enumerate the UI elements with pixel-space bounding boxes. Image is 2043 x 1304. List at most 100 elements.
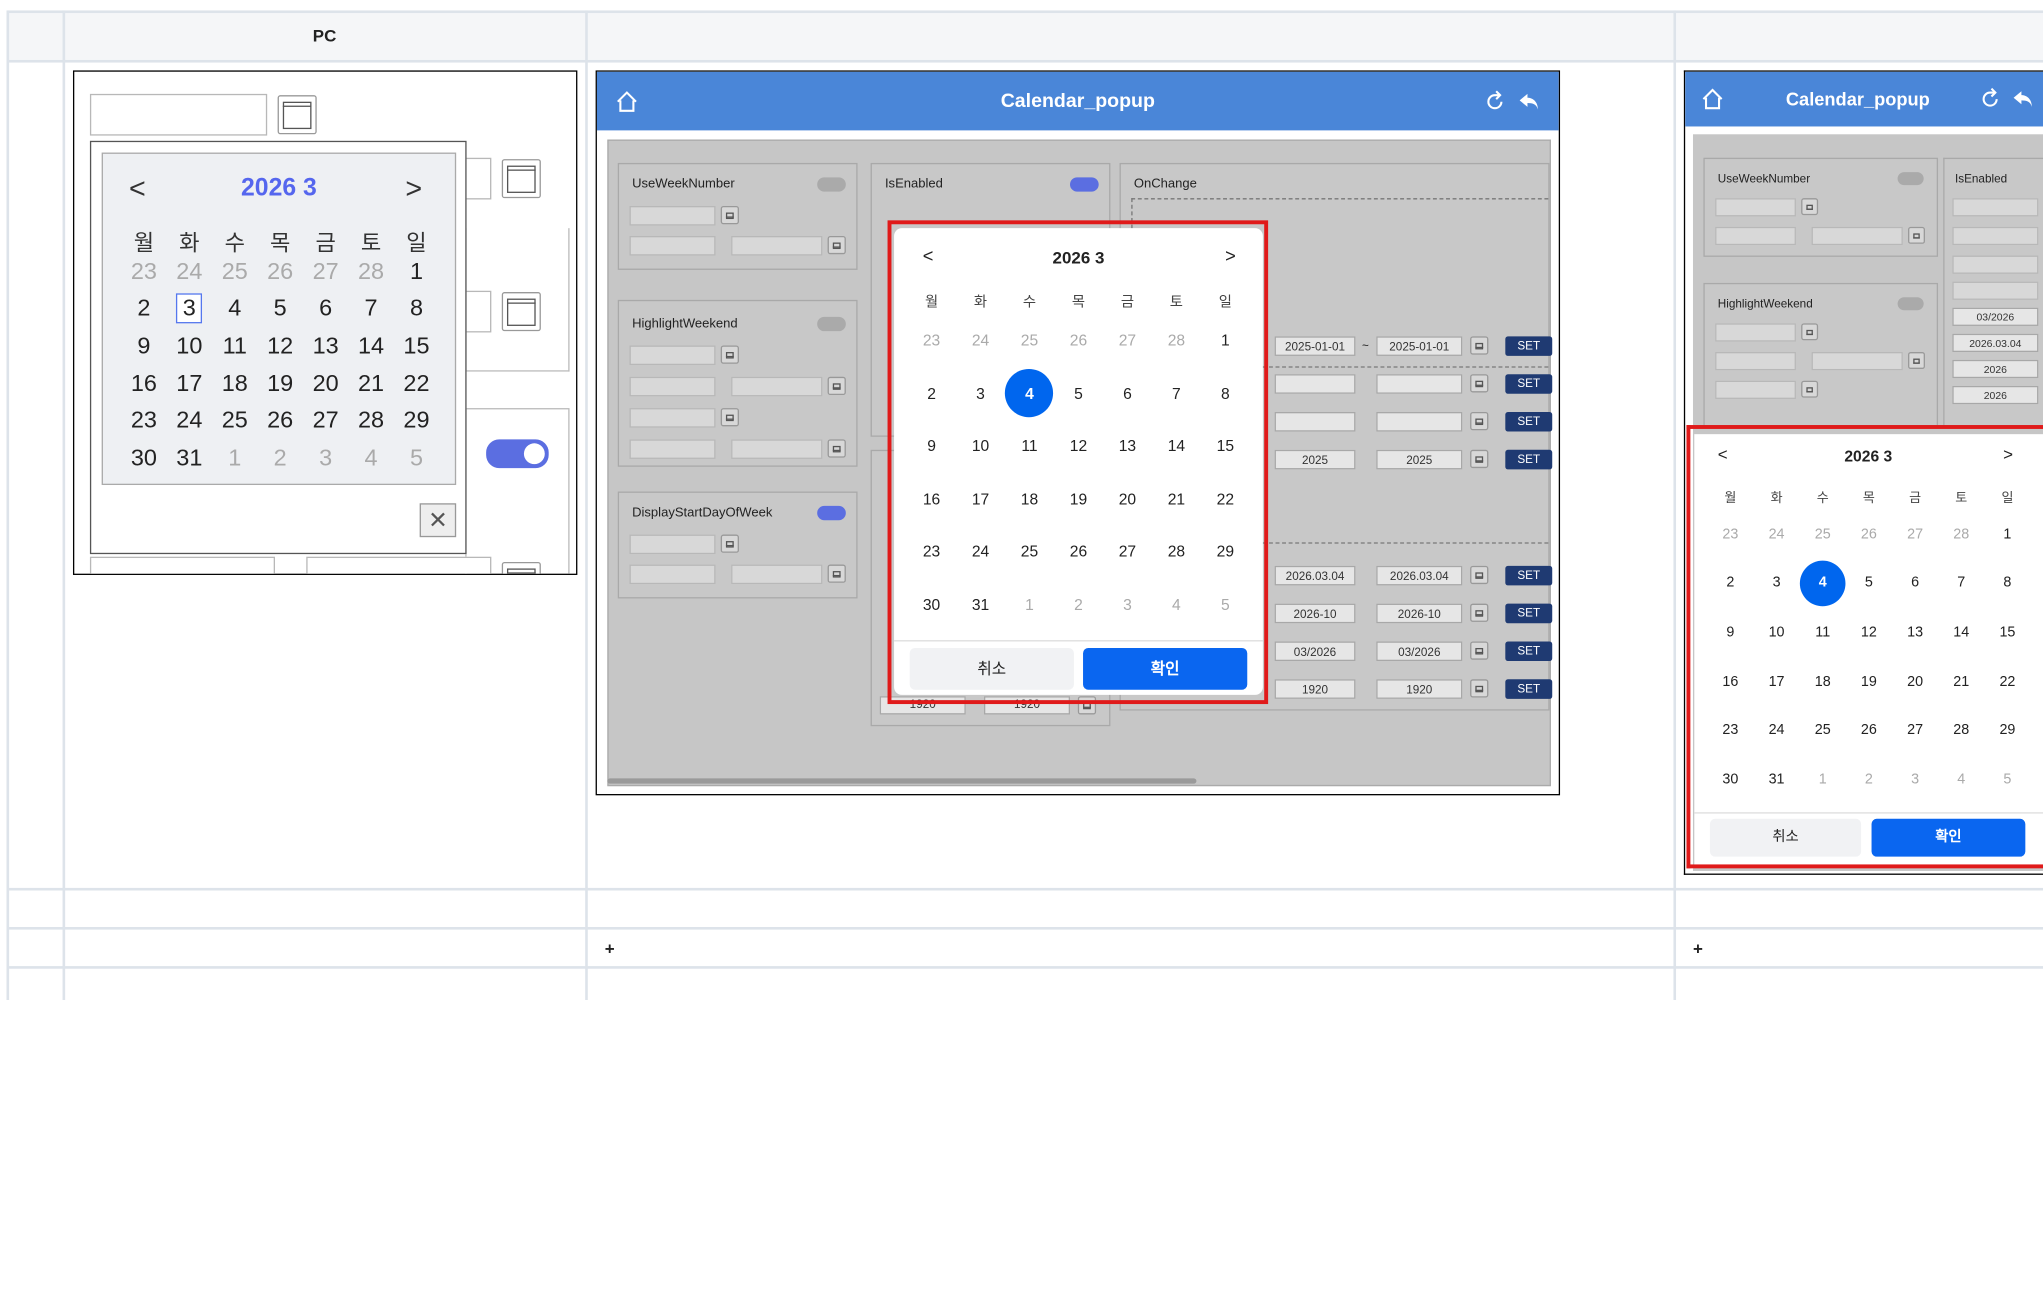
calendar-icon[interactable]	[501, 159, 541, 199]
calendar-icon[interactable]	[1470, 449, 1489, 469]
calendar-icon[interactable]	[827, 439, 846, 458]
day-cell[interactable]: 31	[167, 440, 212, 477]
toggle-switch[interactable]	[817, 316, 846, 332]
value-field[interactable]: 1920	[1274, 679, 1356, 699]
day-cell[interactable]: 22	[394, 365, 439, 402]
value-field[interactable]	[1376, 412, 1463, 432]
next-month-button[interactable]: >	[405, 172, 422, 206]
date-input[interactable]	[731, 235, 823, 256]
calendar-icon[interactable]	[827, 564, 846, 583]
day-cell[interactable]: 23	[121, 402, 166, 439]
set-button[interactable]: SET	[1505, 565, 1553, 586]
day-cell[interactable]: 30	[121, 440, 166, 477]
toggle-switch[interactable]	[486, 439, 549, 469]
day-cell[interactable]: 3	[167, 290, 212, 327]
date-input[interactable]	[731, 376, 823, 397]
day-cell[interactable]: 26	[257, 253, 302, 290]
refresh-icon[interactable]	[1483, 90, 1506, 113]
expand-toggle[interactable]: +	[1693, 939, 1703, 959]
day-cell[interactable]: 24	[167, 253, 212, 290]
value-field[interactable]	[1274, 374, 1356, 394]
day-cell[interactable]: 28	[348, 253, 393, 290]
date-input[interactable]	[629, 564, 716, 585]
set-button[interactable]: SET	[1505, 449, 1553, 470]
day-cell[interactable]: 2	[257, 440, 302, 477]
date-input[interactable]	[629, 408, 716, 428]
set-button[interactable]: SET	[1505, 336, 1553, 356]
date-input[interactable]	[1715, 323, 1796, 342]
calendar-icon[interactable]	[720, 534, 739, 553]
value-field[interactable]: 2026	[1952, 359, 2039, 379]
date-input[interactable]	[1715, 198, 1796, 217]
home-icon[interactable]	[615, 90, 638, 113]
calendar-icon[interactable]	[1470, 641, 1489, 660]
day-cell[interactable]: 4	[212, 290, 257, 327]
date-input[interactable]	[629, 376, 716, 397]
day-cell[interactable]: 25	[212, 402, 257, 439]
calendar-icon[interactable]	[1470, 565, 1489, 585]
calendar-icon[interactable]	[1470, 603, 1489, 622]
date-input[interactable]	[1952, 281, 2039, 300]
calendar-icon[interactable]	[277, 95, 317, 135]
set-button[interactable]: SET	[1505, 641, 1553, 662]
day-cell[interactable]: 14	[348, 328, 393, 365]
day-cell[interactable]: 26	[257, 402, 302, 439]
value-field[interactable]: 2025-01-01	[1274, 336, 1356, 356]
day-cell[interactable]: 21	[348, 365, 393, 402]
set-button[interactable]: SET	[1505, 679, 1553, 699]
date-input[interactable]	[629, 439, 716, 459]
toggle-switch[interactable]	[1897, 297, 1924, 311]
day-cell[interactable]: 9	[121, 328, 166, 365]
day-cell[interactable]: 10	[167, 328, 212, 365]
calendar-icon[interactable]	[1908, 352, 1925, 369]
value-field[interactable]: 2025	[1274, 449, 1356, 470]
day-cell[interactable]: 17	[167, 365, 212, 402]
day-cell[interactable]: 5	[257, 290, 302, 327]
value-field[interactable]: 2025-01-01	[1376, 336, 1463, 356]
day-cell[interactable]: 24	[167, 402, 212, 439]
day-cell[interactable]: 29	[394, 402, 439, 439]
date-input[interactable]	[1811, 352, 1903, 371]
value-field[interactable]: 03/2026	[1274, 641, 1356, 662]
calendar-icon[interactable]	[827, 376, 846, 396]
day-cell[interactable]: 4	[348, 440, 393, 477]
date-input[interactable]	[1715, 380, 1796, 399]
calendar-icon[interactable]	[720, 408, 739, 427]
day-cell[interactable]: 2	[121, 290, 166, 327]
day-cell[interactable]: 6	[303, 290, 348, 327]
close-icon[interactable]: ✕	[419, 503, 457, 538]
day-cell[interactable]: 11	[212, 328, 257, 365]
day-cell[interactable]: 5	[394, 440, 439, 477]
day-cell[interactable]: 27	[303, 402, 348, 439]
value-field[interactable]: 2025	[1376, 449, 1463, 470]
day-cell[interactable]: 27	[303, 253, 348, 290]
day-cell[interactable]: 18	[212, 365, 257, 402]
day-cell[interactable]: 1	[212, 440, 257, 477]
date-input[interactable]	[731, 439, 823, 459]
set-button[interactable]: SET	[1505, 374, 1553, 394]
calendar-icon[interactable]	[1470, 336, 1489, 355]
calendar-icon[interactable]	[1908, 226, 1925, 244]
toggle-switch[interactable]	[1897, 172, 1924, 186]
refresh-icon[interactable]	[1978, 87, 2001, 110]
day-cell[interactable]: 1	[394, 253, 439, 290]
day-cell[interactable]: 20	[303, 365, 348, 402]
set-button[interactable]: SET	[1505, 603, 1553, 624]
day-cell[interactable]: 16	[121, 365, 166, 402]
calendar-icon[interactable]	[720, 206, 739, 225]
day-cell[interactable]: 7	[348, 290, 393, 327]
calendar-icon[interactable]	[1470, 374, 1489, 393]
value-field[interactable]: 2026-10	[1274, 603, 1356, 624]
value-field[interactable]: 2026-10	[1376, 603, 1463, 624]
day-cell[interactable]: 19	[257, 365, 302, 402]
day-cell[interactable]: 25	[212, 253, 257, 290]
calendar-icon[interactable]	[1470, 412, 1489, 431]
date-input[interactable]	[1715, 352, 1796, 371]
day-cell[interactable]: 3	[303, 440, 348, 477]
value-field[interactable]: 2026.03.04	[1952, 333, 2039, 353]
date-input[interactable]	[731, 564, 823, 585]
day-cell[interactable]: 23	[121, 253, 166, 290]
toggle-switch[interactable]	[1070, 177, 1099, 192]
back-icon[interactable]	[1517, 90, 1540, 113]
date-input[interactable]	[629, 345, 716, 366]
